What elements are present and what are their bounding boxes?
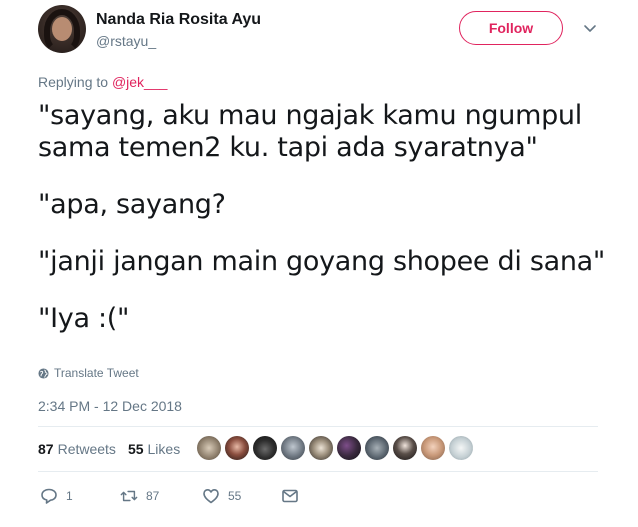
retweets-label: Retweets (57, 441, 116, 457)
liker-avatar[interactable] (253, 436, 277, 460)
divider (38, 471, 598, 472)
retweets-stat[interactable]: 87 Retweets (38, 441, 116, 457)
liker-avatar[interactable] (337, 436, 361, 460)
like-count: 55 (228, 489, 242, 503)
liker-avatars (197, 436, 473, 460)
liker-avatar[interactable] (393, 436, 417, 460)
display-name[interactable]: Nanda Ria Rosita Ayu (96, 11, 261, 29)
avatar[interactable] (38, 5, 86, 53)
user-handle[interactable]: @rstayu_ (96, 33, 156, 49)
retweet-icon (120, 490, 138, 502)
tweet-timestamp[interactable]: 2:34 PM - 12 Dec 2018 (38, 398, 182, 414)
likes-count: 55 (127, 441, 144, 457)
translate-tweet-label: Translate Tweet (54, 366, 139, 380)
tweet-line: "Iya :(" (38, 303, 130, 334)
retweet-button[interactable]: 87 (120, 487, 159, 505)
chevron-down-icon[interactable] (582, 20, 598, 36)
like-button[interactable]: 55 (202, 487, 241, 505)
retweet-count: 87 (146, 489, 160, 503)
replying-to-mention[interactable]: @jek___ (112, 74, 167, 90)
avatar-hair (44, 9, 80, 53)
replying-to: Replying to @jek___ (38, 74, 167, 90)
retweets-count: 87 (38, 441, 54, 457)
envelope-icon (282, 489, 298, 503)
reply-count: 1 (66, 489, 73, 503)
reply-icon (41, 488, 57, 504)
likes-label: Likes (147, 441, 181, 457)
liker-avatar[interactable] (225, 436, 249, 460)
tweet-line: "janji jangan main goyang shopee di sana… (38, 246, 606, 277)
liker-avatar[interactable] (421, 436, 445, 460)
replying-to-label: Replying to (38, 74, 112, 90)
heart-icon (203, 489, 219, 504)
tweet-stats: 87 Retweets 55 Likes (38, 441, 192, 457)
likes-stat[interactable]: 55 Likes (128, 441, 180, 457)
liker-avatar[interactable] (365, 436, 389, 460)
divider (38, 426, 598, 427)
liker-avatar[interactable] (309, 436, 333, 460)
direct-message-button[interactable] (281, 487, 299, 505)
translate-tweet-link[interactable]: Translate Tweet (38, 366, 139, 380)
liker-avatar[interactable] (281, 436, 305, 460)
reply-button[interactable]: 1 (40, 487, 73, 505)
follow-button[interactable]: Follow (459, 11, 563, 45)
tweet-line: sama temen2 ku. tapi ada syaratnya" (38, 132, 538, 163)
globe-icon (38, 367, 49, 379)
liker-avatar[interactable] (449, 436, 473, 460)
tweet-card: Nanda Ria Rosita Ayu @rstayu_ Follow Rep… (0, 0, 638, 527)
tweet-line: "sayang, aku mau ngajak kamu ngumpul (38, 100, 582, 131)
liker-avatar[interactable] (197, 436, 221, 460)
tweet-text: "sayang, aku mau ngajak kamu ngumpul sam… (38, 100, 606, 335)
tweet-line: "apa, sayang? (38, 189, 226, 220)
